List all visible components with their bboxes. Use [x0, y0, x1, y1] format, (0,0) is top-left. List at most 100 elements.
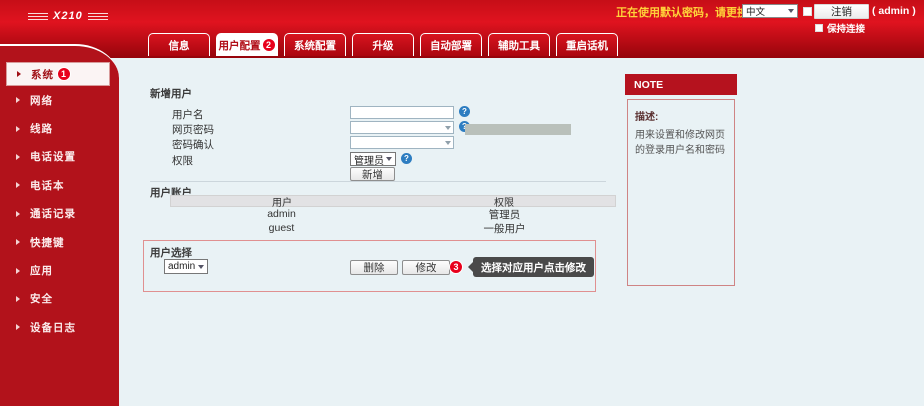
tab-user-config[interactable]: 用户配置 2: [216, 33, 278, 56]
chevron-right-icon: [16, 324, 20, 330]
note-panel-title: NOTE: [625, 74, 737, 95]
keep-connected-checkbox[interactable]: [815, 24, 823, 32]
sidebar: 系统 1 网络 线路 电话设置 电话本 通话记录 快捷键 应用: [0, 44, 119, 406]
web-password-input[interactable]: [350, 121, 454, 134]
sidebar-item-call-logs[interactable]: 通话记录: [0, 200, 119, 228]
chevron-down-icon: [386, 157, 392, 161]
chevron-right-icon: [16, 268, 20, 274]
step-badge-1: 1: [57, 67, 71, 81]
privilege-select-value: 管理员: [354, 152, 384, 167]
logo-lines-left-icon: [28, 13, 48, 20]
tab-label: 自动部署: [430, 38, 472, 53]
chevron-down-icon: [445, 141, 451, 145]
username-input[interactable]: [350, 106, 454, 119]
sidebar-item-phonebook[interactable]: 电话本: [0, 171, 119, 199]
confirm-password-label: 密码确认: [172, 137, 214, 152]
step-badge-3: 3: [449, 260, 463, 274]
sidebar-item-label: 电话本: [30, 178, 65, 193]
section-divider: [150, 181, 606, 182]
privilege-select[interactable]: 管理员: [350, 152, 396, 166]
sidebar-item-label: 快捷键: [30, 235, 65, 250]
cell-privilege: 一般用户: [393, 221, 616, 236]
tab-label: 辅助工具: [498, 38, 540, 53]
chevron-down-icon: [198, 265, 204, 269]
step-badge-2: 2: [262, 38, 276, 52]
cell-user: admin: [170, 208, 393, 220]
accounts-table-header: 用户 权限: [170, 195, 616, 207]
user-select-section-title: 用户选择: [150, 245, 192, 260]
sidebar-item-network[interactable]: 网络: [0, 86, 119, 114]
tab-reboot[interactable]: 重启话机: [556, 33, 618, 56]
delete-button[interactable]: 删除: [350, 260, 398, 275]
sidebar-item-system[interactable]: 系统 1: [6, 62, 110, 86]
privilege-label: 权限: [172, 153, 193, 168]
username-label: 用户名: [172, 107, 204, 122]
question-icon[interactable]: ?: [459, 106, 470, 117]
sidebar-item-security[interactable]: 安全: [0, 285, 119, 313]
default-password-warning: 正在使用默认密码，请更换: [616, 4, 748, 20]
cell-privilege: 管理员: [393, 207, 616, 222]
tab-label: 升级: [373, 38, 394, 53]
note-panel: 描述: 用来设置和修改网页的登录用户名和密码: [627, 99, 735, 286]
sidebar-item-label: 安全: [30, 291, 53, 306]
question-icon[interactable]: ?: [401, 153, 412, 164]
table-row: guest 一般用户: [170, 221, 616, 235]
tab-label: 系统配置: [294, 38, 336, 53]
sidebar-item-label: 线路: [30, 121, 53, 136]
user-select-value: admin: [168, 261, 195, 272]
tab-label: 用户配置: [219, 38, 261, 53]
language-checkbox[interactable]: [803, 7, 812, 16]
language-select[interactable]: 中文: [742, 4, 798, 18]
tab-system-config[interactable]: 系统配置: [284, 33, 346, 56]
sidebar-item-label: 设备日志: [30, 320, 76, 335]
web-password-label: 网页密码: [172, 122, 214, 137]
sidebar-item-phone-settings[interactable]: 电话设置: [0, 143, 119, 171]
tab-info[interactable]: 信息: [148, 33, 210, 56]
tab-tools[interactable]: 辅助工具: [488, 33, 550, 56]
accounts-table: 用户 权限 admin 管理员 guest 一般用户: [170, 195, 616, 235]
note-desc-text: 用来设置和修改网页的登录用户名和密码: [635, 129, 727, 158]
chevron-right-icon: [16, 239, 20, 245]
sidebar-item-application[interactable]: 应用: [0, 256, 119, 284]
tab-auto-provision[interactable]: 自动部署: [420, 33, 482, 56]
chevron-right-icon: [17, 71, 21, 77]
chevron-right-icon: [16, 182, 20, 188]
logout-button[interactable]: 注销: [814, 4, 869, 19]
confirm-password-input[interactable]: [350, 136, 454, 149]
sidebar-item-label: 电话设置: [30, 149, 76, 164]
chevron-right-icon: [16, 97, 20, 103]
keep-connected-label: 保持连接: [827, 21, 865, 35]
chevron-right-icon: [16, 126, 20, 132]
language-select-value: 中文: [746, 4, 765, 18]
tab-upgrade[interactable]: 升级: [352, 33, 414, 56]
chevron-down-icon: [788, 9, 794, 13]
chevron-right-icon: [16, 296, 20, 302]
chevron-down-icon: [445, 126, 451, 130]
chevron-right-icon: [16, 154, 20, 160]
cell-user: guest: [170, 222, 393, 234]
table-row: admin 管理员: [170, 207, 616, 221]
user-select[interactable]: admin: [164, 259, 208, 274]
top-bar: X210 正在使用默认密码，请更换 中文 注销 ( admin ) 保持连接 信…: [0, 0, 924, 58]
chevron-right-icon: [16, 211, 20, 217]
logo-lines-right-icon: [88, 13, 108, 20]
sidebar-item-label: 通话记录: [30, 206, 76, 221]
device-logo: X210: [28, 10, 108, 22]
device-model-label: X210: [53, 10, 83, 22]
sidebar-item-line[interactable]: 线路: [0, 114, 119, 142]
note-desc-label: 描述:: [635, 108, 727, 123]
tab-label: 信息: [169, 38, 190, 53]
sidebar-item-label: 应用: [30, 263, 53, 278]
sidebar-item-label: 系统: [31, 67, 54, 82]
password-strength-bar: [465, 124, 571, 135]
tooltip-text: 选择对应用户点击修改: [481, 260, 586, 275]
column-header-user: 用户: [171, 194, 393, 209]
add-user-button[interactable]: 新增: [350, 167, 395, 181]
tab-label: 重启话机: [566, 38, 608, 53]
modify-button[interactable]: 修改: [402, 260, 450, 275]
tooltip-arrow-icon: [468, 262, 473, 272]
sidebar-item-label: 网络: [30, 93, 53, 108]
sidebar-item-function-keys[interactable]: 快捷键: [0, 228, 119, 256]
sidebar-item-device-log[interactable]: 设备日志: [0, 313, 119, 341]
logged-in-user-label: ( admin ): [872, 5, 916, 17]
